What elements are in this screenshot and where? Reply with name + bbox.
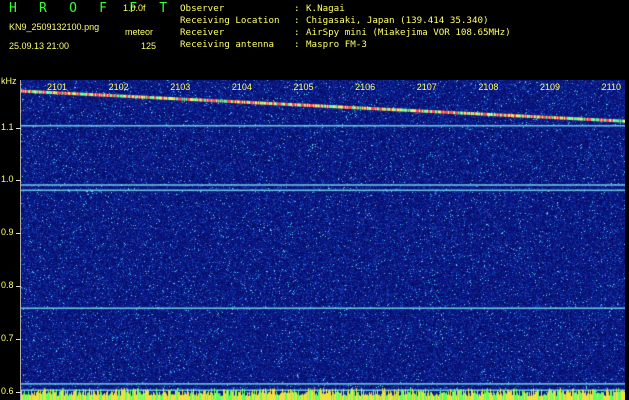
x-tick-label: 2103 — [170, 82, 191, 92]
info-value: Maspro FM-3 — [306, 39, 367, 50]
app-brand: H R O F F T — [9, 1, 175, 16]
y-tick-mark — [16, 286, 21, 288]
station-info: Observer: K.Nagai Receiving Location: Ch… — [180, 3, 511, 51]
x-tick-label: 2106 — [355, 82, 376, 92]
y-tick-mark — [16, 339, 21, 341]
y-tick-mark — [16, 233, 21, 235]
info-value: AirSpy mini (Miakejima VOR 108.65MHz) — [306, 27, 511, 38]
info-label: Receiving antenna — [180, 39, 275, 50]
y-tick-label: 0.7 — [1, 333, 14, 344]
info-label: Receiver — [180, 27, 225, 38]
x-tick-label: 2102 — [108, 82, 129, 92]
info-value: K.Nagai — [306, 3, 345, 14]
x-tick-label: 2105 — [293, 82, 314, 92]
app-version: 1.0.0f — [123, 3, 146, 13]
y-tick-label: 0.8 — [1, 280, 14, 291]
y-tick-mark — [16, 127, 21, 129]
x-tick-label: 2108 — [478, 82, 499, 92]
meteor-count: 125 — [141, 41, 157, 51]
y-tick-mark — [16, 392, 21, 394]
spectrogram-plot — [21, 80, 625, 400]
detection-mode: meteor — [125, 27, 154, 37]
y-tick-label: 0.6 — [1, 386, 14, 397]
x-tick-label: 2109 — [540, 82, 561, 92]
header-panel: H R O F F T 1.0.0f KN9_2509132100.png me… — [0, 0, 629, 80]
observation-datetime: 25.09.13 21:00 — [9, 41, 70, 51]
y-tick-mark — [16, 180, 21, 182]
y-axis-unit: kHz — [1, 76, 17, 86]
info-label: Receiving Location — [180, 15, 280, 26]
info-value: Chigasaki, Japan (139.414 35.340) — [306, 15, 489, 26]
info-row-antenna: Receiving antenna: Maspro FM-3 — [180, 39, 367, 50]
x-tick-label: 2104 — [231, 82, 252, 92]
y-tick-label: 0.9 — [1, 227, 14, 238]
x-tick-label: 2101 — [46, 82, 67, 92]
y-tick-label: 1.1 — [1, 121, 14, 132]
info-row-location: Receiving Location: Chigasaki, Japan (13… — [180, 15, 489, 26]
info-row-observer: Observer: K.Nagai — [180, 3, 345, 14]
spectrogram-canvas — [21, 80, 625, 400]
image-filename: KN9_2509132100.png — [9, 22, 100, 32]
info-label: Observer — [180, 3, 225, 14]
x-tick-label: 2107 — [416, 82, 437, 92]
info-row-receiver: Receiver: AirSpy mini (Miakejima VOR 108… — [180, 27, 511, 38]
y-tick-label: 1.0 — [1, 174, 14, 185]
x-tick-label: 2110 — [601, 82, 622, 92]
